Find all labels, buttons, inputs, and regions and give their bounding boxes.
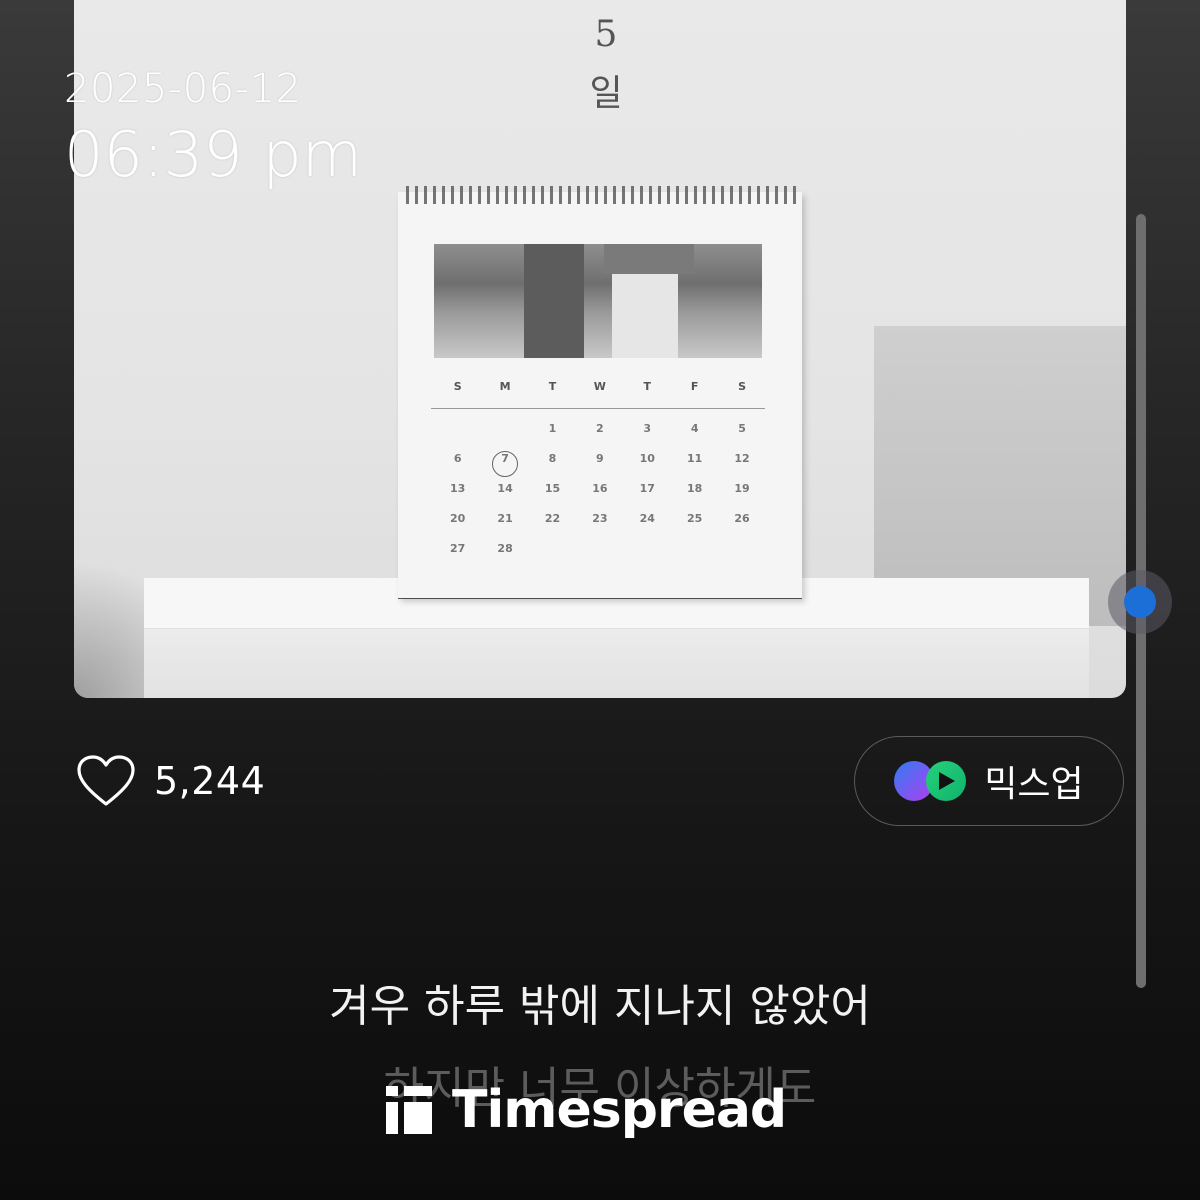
- album-art-number: 5: [594, 14, 618, 55]
- calendar-weekday: S: [453, 380, 462, 393]
- calendar-day: 16: [592, 482, 608, 495]
- calendar-weekday: F: [690, 380, 699, 393]
- calendar-day: 8: [548, 452, 557, 465]
- timestamp-overlay: 2025-06-12 06:39 pm: [64, 66, 362, 191]
- calendar-day: 22: [544, 512, 561, 525]
- calendar-day: 28: [497, 542, 513, 555]
- calendar-day: 18: [686, 482, 703, 495]
- calendar-day: [624, 542, 671, 572]
- calendar-day: 19: [734, 482, 750, 495]
- heart-icon: [77, 755, 135, 806]
- calendar-day: [718, 542, 765, 572]
- calendar-weekday: T: [643, 380, 652, 393]
- calendar-day: 24: [639, 512, 655, 525]
- circled-day: 7: [492, 451, 519, 477]
- calendar-day: 5: [738, 422, 746, 435]
- calendar-day: 12: [734, 452, 750, 465]
- calendar-day: 2: [596, 422, 604, 435]
- calendar-rule: [431, 408, 765, 409]
- mixup-button[interactable]: 믹스업: [854, 736, 1124, 826]
- calendar-day: 7: [481, 451, 528, 482]
- calendar-days: 1 2 3 4 5 6 7 8 9 10 11 12 13 14 15 16 17 18 19 20 21 22 23 24 2…: [434, 422, 766, 572]
- calendar-day: 25: [686, 512, 703, 525]
- calendar-day: 4: [690, 422, 699, 435]
- calendar-weekday: T: [548, 380, 557, 393]
- calendar-day: 14: [497, 482, 513, 495]
- overlay-date: 2025-06-12: [64, 66, 302, 112]
- calendar-weekdays: SMTWTFS: [434, 380, 766, 393]
- mixup-icon: [894, 759, 970, 803]
- scroll-thumb[interactable]: [1108, 570, 1172, 634]
- like-button[interactable]: 5,244: [76, 754, 265, 808]
- desk-calendar: SMTWTFS 1 2 3 4 5 6 7 8 9 10 11 12 13 14 15 16 17 18 19 20 2…: [398, 186, 802, 598]
- calendar-day: 9: [596, 452, 604, 465]
- watermark-text: Timespread: [452, 1080, 787, 1140]
- overlay-time: 06:39 pm: [64, 118, 363, 191]
- calendar-day: 3: [643, 422, 652, 435]
- calendar-weekday: W: [593, 380, 606, 393]
- calendar-day: 10: [639, 452, 655, 465]
- calendar-day: 6: [453, 452, 462, 465]
- calendar-day: 27: [450, 542, 466, 555]
- calendar-day: [434, 422, 481, 452]
- calendar-day: 13: [450, 482, 466, 495]
- calendar-day: 1: [548, 422, 557, 435]
- calendar-weekday: S: [738, 380, 746, 393]
- calendar-weekday: M: [499, 380, 511, 393]
- album-art-char: 일: [589, 73, 623, 114]
- calendar-day: 26: [734, 512, 750, 525]
- timespread-watermark: Timespread: [380, 1080, 787, 1140]
- calendar-day: 20: [450, 512, 466, 525]
- calendar-day: 15: [544, 482, 561, 495]
- calendar-day: 17: [639, 482, 655, 495]
- calendar-day: [481, 422, 528, 452]
- timespread-logo-icon: [380, 1082, 436, 1138]
- calendar-day: 11: [686, 452, 703, 465]
- calendar-day: 21: [497, 512, 513, 525]
- calendar-day: [576, 542, 623, 572]
- like-count: 5,244: [154, 759, 266, 803]
- calendar-rings: [406, 186, 798, 204]
- calendar-day: [671, 542, 718, 572]
- lyric-current: 겨우 하루 밖에 지나지 않았어: [329, 981, 871, 1032]
- calendar-day: [529, 542, 576, 572]
- calendar-day: 23: [592, 512, 608, 525]
- mixup-label: 믹스업: [984, 764, 1084, 805]
- calendar-photo: [434, 244, 762, 358]
